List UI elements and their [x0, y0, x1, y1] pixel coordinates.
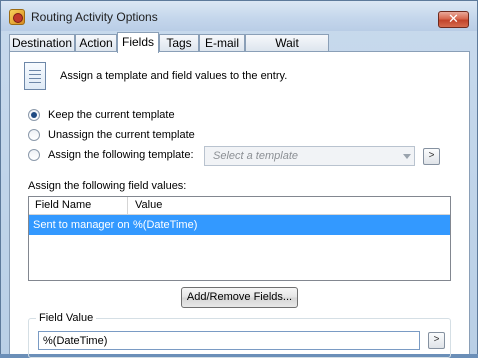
unassign-template-radio[interactable]	[28, 129, 40, 141]
title-bar[interactable]: Routing Activity Options ✕	[1, 1, 477, 31]
document-icon	[24, 62, 46, 90]
grid-header: Field Name Value	[29, 197, 450, 215]
add-remove-fields-button[interactable]: Add/Remove Fields...	[181, 287, 298, 308]
keep-template-label[interactable]: Keep the current template	[48, 109, 175, 121]
table-row[interactable]: Sent to manager on %(DateTime)	[29, 215, 450, 235]
dialog-window: Routing Activity Options ✕ Destination A…	[0, 0, 478, 358]
row-field-name[interactable]: Sent to manager on	[33, 219, 130, 231]
template-select-placeholder: Select a template	[213, 150, 298, 162]
assign-template-label[interactable]: Assign the following template:	[48, 149, 194, 161]
row-value[interactable]: %(DateTime)	[133, 219, 197, 231]
keep-template-radio[interactable]	[28, 109, 40, 121]
close-button[interactable]: ✕	[438, 11, 469, 28]
chevron-down-icon[interactable]	[403, 154, 411, 159]
column-header-field-name[interactable]: Field Name	[35, 199, 91, 211]
field-value-input-box[interactable]	[38, 331, 420, 350]
field-value-group-title: Field Value	[36, 312, 97, 324]
tab-action[interactable]: Action	[75, 34, 117, 51]
field-value-browse-button[interactable]: >	[428, 332, 445, 349]
intro-text: Assign a template and field values to th…	[60, 70, 288, 82]
field-value-input[interactable]	[39, 332, 413, 349]
field-values-grid[interactable]: Field Name Value Sent to manager on %(Da…	[28, 196, 451, 281]
window-title: Routing Activity Options	[31, 10, 158, 24]
assign-template-radio[interactable]	[28, 149, 40, 161]
routing-app-icon	[9, 9, 25, 25]
column-header-value[interactable]: Value	[135, 199, 162, 211]
tab-email[interactable]: E-mail	[199, 34, 245, 51]
template-select[interactable]: Select a template	[204, 146, 415, 166]
template-browse-button[interactable]: >	[423, 148, 440, 165]
unassign-template-label[interactable]: Unassign the current template	[48, 129, 195, 141]
tab-fields[interactable]: Fields	[117, 32, 159, 53]
fields-panel: Assign a template and field values to th…	[9, 51, 470, 358]
field-values-label: Assign the following field values:	[28, 180, 187, 192]
tab-tags[interactable]: Tags	[159, 34, 199, 51]
tab-destination[interactable]: Destination	[9, 34, 75, 51]
tab-wait-conditions[interactable]: Wait Conditions	[245, 34, 329, 66]
